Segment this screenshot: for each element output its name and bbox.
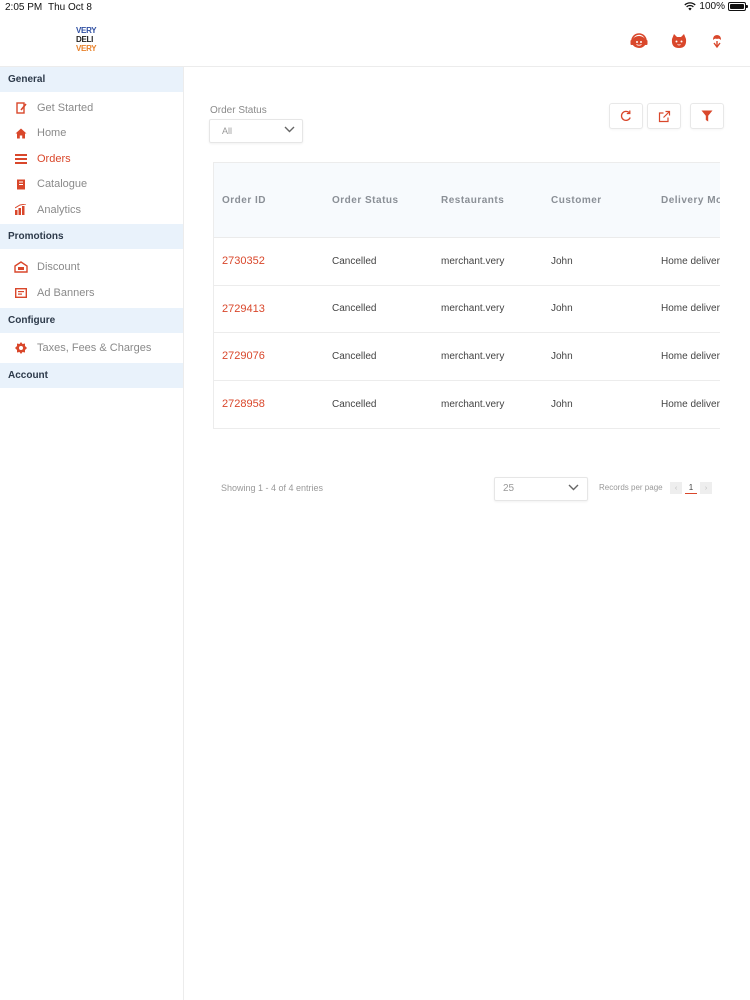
page-size-value: 25 — [503, 483, 515, 494]
chevron-down-icon — [568, 484, 579, 491]
export-icon — [658, 110, 670, 122]
customer-cell: John — [551, 255, 573, 267]
sidebar-item-analytics[interactable]: Analytics — [0, 197, 183, 223]
restaurant-cell: merchant.very — [441, 303, 505, 315]
status-right: 100% — [684, 1, 748, 12]
order-id-link[interactable]: 2729413 — [222, 303, 265, 315]
table-row[interactable]: 2729413 Cancelled merchant.very John Hom… — [214, 286, 720, 333]
sidebar-item-label: Ad Banners — [37, 286, 95, 299]
restaurant-cell: merchant.very — [441, 350, 505, 362]
status-date: Thu Oct 8 — [48, 2, 92, 13]
delivery-mode-cell: Home deliver — [661, 350, 720, 362]
sidebar-section-account[interactable]: Account — [0, 363, 183, 388]
sidebar-item-label: Taxes, Fees & Charges — [37, 342, 152, 355]
order-status-label: Order Status — [210, 105, 267, 116]
order-id-link[interactable]: 2729076 — [222, 350, 265, 362]
table-row[interactable]: 2728958 Cancelled merchant.very John Hom… — [214, 381, 720, 429]
filter-button[interactable] — [690, 103, 724, 129]
sidebar-section-promotions: Promotions — [0, 223, 183, 249]
store-location-icon[interactable] — [707, 32, 727, 50]
restaurant-cell: merchant.very — [441, 398, 505, 410]
customer-cell: John — [551, 398, 573, 410]
pagination: ‹ 1 › — [670, 482, 712, 494]
column-header-restaurants[interactable]: Restaurants — [441, 195, 504, 206]
sidebar-item-get-started[interactable]: Get Started — [0, 95, 183, 121]
logo-line-2: DELI — [76, 35, 94, 44]
table-row[interactable]: 2729076 Cancelled merchant.very John Hom… — [214, 333, 720, 381]
sidebar-item-ad-banners[interactable]: Ad Banners — [0, 280, 183, 306]
sidebar-section-configure: Configure — [0, 307, 183, 333]
sidebar: General Get Started Home Orders Catalogu… — [0, 67, 184, 1000]
order-status-cell: Cancelled — [332, 255, 377, 267]
status-bar: 2:05 PM Thu Oct 8 100% — [0, 0, 750, 16]
order-id-link[interactable]: 2730352 — [222, 255, 265, 267]
order-status-value: All — [222, 126, 233, 136]
column-header-order-status[interactable]: Order Status — [332, 195, 399, 206]
column-header-delivery-mode[interactable]: Delivery Mo — [661, 195, 720, 206]
table-row[interactable]: 2730352 Cancelled merchant.very John Hom… — [214, 238, 720, 286]
list-icon — [14, 153, 28, 165]
entries-summary: Showing 1 - 4 of 4 entries — [221, 483, 324, 493]
home-icon — [14, 127, 28, 139]
customer-cell: John — [551, 350, 573, 362]
refresh-icon — [620, 110, 631, 121]
delivery-mode-cell: Home deliver — [661, 255, 720, 267]
sidebar-item-label: Home — [37, 127, 67, 140]
order-status-cell: Cancelled — [332, 350, 377, 362]
prev-page-button[interactable]: ‹ — [670, 482, 682, 494]
edit-icon — [14, 102, 28, 114]
wifi-icon — [684, 2, 697, 11]
sidebar-item-label: Orders — [37, 152, 71, 165]
logo-line-3: VERY — [76, 44, 97, 53]
customer-cell: John — [551, 303, 573, 315]
logo-line-1: VERY — [76, 26, 97, 35]
table-header: Order ID Order Status Restaurants Custom… — [214, 162, 720, 238]
order-id-link[interactable]: 2728958 — [222, 398, 265, 410]
delivery-mode-cell: Home deliver — [661, 398, 720, 410]
sidebar-item-home[interactable]: Home — [0, 121, 183, 147]
chevron-down-icon — [284, 126, 295, 133]
column-header-customer[interactable]: Customer — [551, 195, 602, 206]
book-icon — [14, 178, 28, 190]
sidebar-item-catalogue[interactable]: Catalogue — [0, 172, 183, 198]
battery-icon — [728, 2, 748, 11]
sidebar-item-label: Get Started — [37, 101, 94, 114]
profile-face-icon[interactable] — [669, 32, 689, 50]
column-header-order-id[interactable]: Order ID — [222, 195, 266, 206]
page-number-current[interactable]: 1 — [685, 482, 697, 494]
banner-icon — [14, 287, 28, 299]
filter-icon — [701, 110, 713, 122]
settings-icon — [14, 342, 28, 355]
battery-percent: 100% — [699, 1, 725, 12]
support-icon[interactable] — [629, 32, 649, 50]
sidebar-item-label: Analytics — [37, 203, 82, 216]
order-status-cell: Cancelled — [332, 398, 377, 410]
bar-chart-icon — [14, 204, 28, 216]
restaurant-cell: merchant.very — [441, 255, 505, 267]
next-page-button[interactable]: › — [700, 482, 712, 494]
sidebar-item-taxes-fees-charges[interactable]: Taxes, Fees & Charges — [0, 336, 183, 362]
delivery-mode-cell: Home deliver — [661, 303, 720, 315]
brand-logo[interactable]: VERY DELI VERY — [76, 26, 102, 56]
discount-icon — [14, 261, 28, 273]
sidebar-item-label: Discount — [37, 261, 80, 274]
app-header: VERY DELI VERY — [0, 16, 750, 67]
refresh-button[interactable] — [609, 103, 643, 129]
sidebar-item-orders[interactable]: Orders — [0, 146, 183, 172]
order-status-cell: Cancelled — [332, 303, 377, 315]
status-time: 2:05 PM — [5, 2, 43, 13]
orders-table: Order ID Order Status Restaurants Custom… — [213, 162, 720, 429]
main-content: Order Status All Order ID Order Status R… — [184, 67, 750, 1000]
export-button[interactable] — [647, 103, 681, 129]
records-per-page-label: Records per page — [599, 483, 663, 492]
page-size-select[interactable]: 25 — [494, 477, 588, 501]
order-status-select[interactable]: All — [209, 119, 303, 143]
sidebar-section-general: General — [0, 67, 183, 92]
sidebar-item-discount[interactable]: Discount — [0, 255, 183, 281]
sidebar-item-label: Catalogue — [37, 178, 88, 191]
